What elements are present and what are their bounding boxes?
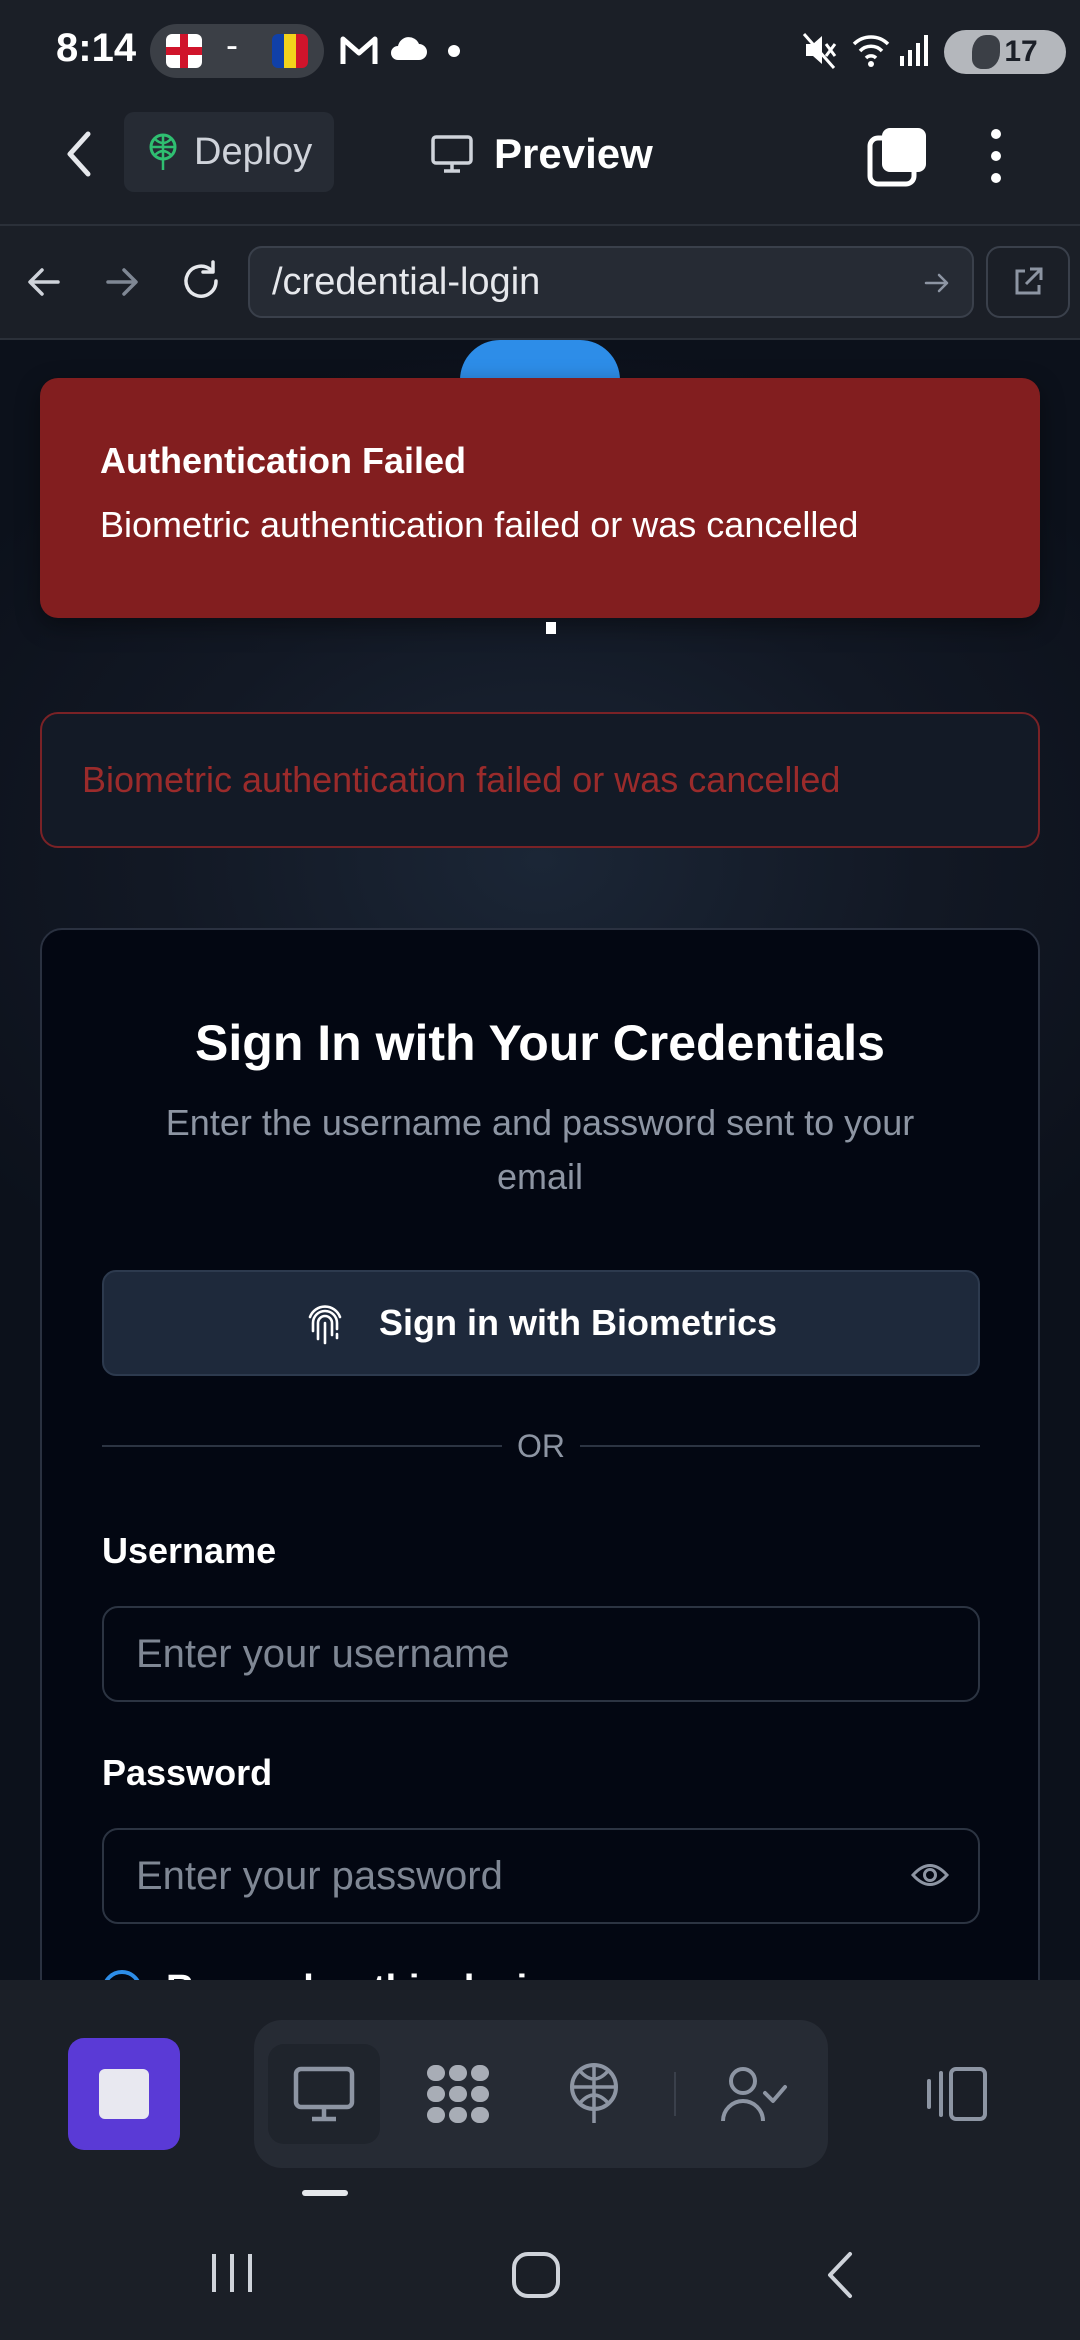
- open-external-button[interactable]: [986, 246, 1070, 318]
- panel-toggle-button[interactable]: [900, 2044, 1012, 2144]
- preview-label: Preview: [494, 130, 653, 177]
- divider-line-right: [580, 1445, 980, 1447]
- recent-apps-icon[interactable]: [208, 2250, 256, 2296]
- deploy-globe-icon: [566, 2061, 622, 2127]
- stop-button[interactable]: [68, 2038, 180, 2150]
- biometric-signin-button[interactable]: Sign in with Biometrics: [102, 1270, 980, 1376]
- deploy-label: Deploy: [194, 130, 313, 173]
- app-toolbar: [0, 1980, 1080, 2200]
- open-external-icon: [1011, 265, 1045, 299]
- password-input[interactable]: [102, 1828, 980, 1924]
- home-icon[interactable]: [510, 2250, 562, 2300]
- battery-icon: 17: [944, 30, 1066, 74]
- preview-tool-button[interactable]: [268, 2044, 380, 2144]
- users-tool-button[interactable]: [698, 2044, 810, 2144]
- england-flag-icon: [166, 34, 202, 68]
- apps-grid-icon: [423, 2061, 493, 2127]
- or-divider: OR: [102, 1426, 980, 1466]
- card-subtitle: Enter the username and password sent to …: [165, 1102, 915, 1197]
- reload-icon[interactable]: [178, 258, 224, 304]
- panel-layout-icon: [923, 2065, 989, 2123]
- andorra-flag-icon: [272, 34, 308, 68]
- monitor-icon: [292, 2065, 356, 2123]
- back-chevron-icon[interactable]: [60, 128, 100, 180]
- card-title: Sign In with Your Credentials: [195, 1015, 885, 1071]
- url-go-arrow-icon[interactable]: [922, 268, 952, 298]
- deploy-tool-button[interactable]: [538, 2044, 650, 2144]
- remember-device-label: Remember this device: [166, 1968, 569, 1980]
- fingerprint-icon: [305, 1301, 345, 1345]
- toast-title: Authentication Failed: [100, 440, 467, 481]
- notification-separator: -: [226, 24, 238, 65]
- system-navigation-bar: [0, 2200, 1080, 2340]
- url-field[interactable]: /credential-login: [248, 246, 974, 318]
- url-text: /credential-login: [272, 260, 541, 303]
- stray-mark: [546, 622, 556, 634]
- web-content: Authentication Failed Biometric authenti…: [0, 340, 1080, 1980]
- biometric-signin-label: Sign in with Biometrics: [378, 1302, 778, 1343]
- toolbar-separator: [674, 2072, 676, 2116]
- wifi-icon: [850, 30, 892, 70]
- mute-icon: [802, 30, 838, 70]
- browser-toolbar: /credential-login: [0, 224, 1080, 340]
- username-label: Username: [102, 1530, 277, 1571]
- password-label: Password: [102, 1752, 273, 1793]
- browser-forward-icon[interactable]: [102, 262, 142, 302]
- monitor-icon: [430, 134, 474, 174]
- status-bar: 8:14 - 17: [0, 0, 1080, 104]
- tabs-switcher-icon[interactable]: [866, 124, 930, 188]
- notification-dot-icon: [448, 45, 460, 57]
- signal-icon: [898, 32, 934, 68]
- apps-tool-button[interactable]: [402, 2044, 514, 2144]
- remember-device-checkbox[interactable]: [102, 1970, 142, 1980]
- status-time: 8:14: [56, 26, 137, 70]
- gmail-icon: [340, 34, 378, 68]
- browser-back-icon[interactable]: [24, 262, 64, 302]
- deploy-button[interactable]: Deploy: [124, 112, 334, 192]
- battery-level: 17: [1004, 35, 1038, 68]
- login-card: Sign In with Your Credentials Enter the …: [40, 928, 1040, 1980]
- deploy-icon: [146, 132, 180, 172]
- preview-tab[interactable]: Preview: [430, 122, 653, 186]
- error-toast[interactable]: Authentication Failed Biometric authenti…: [40, 378, 1040, 618]
- show-password-eye-icon[interactable]: [910, 1858, 950, 1892]
- app-header: Deploy Preview: [0, 104, 1080, 224]
- toolbar-group: [254, 2020, 828, 2168]
- username-input[interactable]: [102, 1606, 980, 1702]
- cloud-icon: [388, 34, 428, 64]
- error-alert-text: Biometric authentication failed or was c…: [82, 759, 841, 800]
- system-back-icon[interactable]: [820, 2250, 860, 2300]
- stop-icon: [99, 2069, 149, 2119]
- battery-saver-icon: [972, 35, 1001, 69]
- toast-message: Biometric authentication failed or was c…: [100, 504, 859, 545]
- user-check-icon: [719, 2063, 789, 2125]
- active-tab-indicator: [302, 2190, 348, 2196]
- error-alert: Biometric authentication failed or was c…: [40, 712, 1040, 848]
- more-options-icon[interactable]: [978, 124, 1014, 188]
